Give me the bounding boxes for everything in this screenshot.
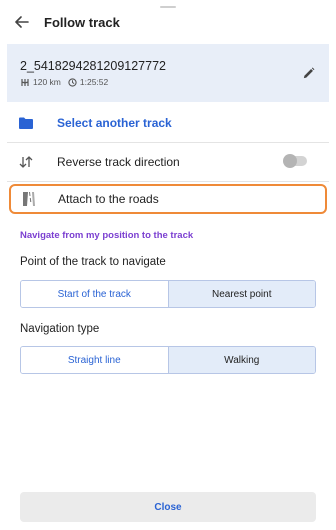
attach-to-roads-row[interactable]: Attach to the roads <box>9 184 327 214</box>
navigation-type-label: Navigation type <box>20 323 100 335</box>
edit-track-button[interactable] <box>298 63 318 83</box>
track-duration-value: 1:25:52 <box>79 77 109 87</box>
pencil-icon <box>303 67 314 78</box>
point-to-navigate-label: Point of the track to navigate <box>20 256 166 268</box>
header: Follow track <box>0 0 336 44</box>
close-button[interactable]: Close <box>20 492 316 522</box>
select-another-track-button[interactable]: Select another track <box>7 104 329 142</box>
select-another-track-label: Select another track <box>57 116 172 130</box>
track-distance: 120 km <box>20 77 61 87</box>
folder-icon <box>19 117 33 129</box>
track-distance-value: 120 km <box>33 77 61 87</box>
navigate-to-track-link[interactable]: Navigate from my position to the track <box>20 230 193 241</box>
road-icon <box>23 192 35 206</box>
attach-to-roads-label: Attach to the roads <box>58 192 159 206</box>
option-straight-line[interactable]: Straight line <box>21 347 168 373</box>
option-nearest-point[interactable]: Nearest point <box>167 281 315 307</box>
toggle-knob <box>283 154 297 168</box>
reverse-arrows-icon <box>19 156 33 168</box>
reverse-track-label: Reverse track direction <box>57 155 180 169</box>
track-card[interactable]: 2_5418294281209127772 120 km 1:25:52 <box>7 44 329 102</box>
page-title: Follow track <box>44 14 120 30</box>
back-button[interactable] <box>4 0 40 44</box>
option-start-of-track[interactable]: Start of the track <box>21 281 168 307</box>
track-duration: 1:25:52 <box>68 77 108 87</box>
clock-icon <box>68 77 77 87</box>
track-name: 2_5418294281209127772 <box>20 59 166 73</box>
arrow-left-icon <box>15 16 29 28</box>
point-to-navigate-selector: Start of the track Nearest point <box>20 280 316 308</box>
reverse-track-toggle[interactable] <box>283 154 307 168</box>
navigation-type-selector: Straight line Walking <box>20 346 316 374</box>
route-icon <box>21 78 29 86</box>
option-walking[interactable]: Walking <box>167 347 315 373</box>
track-meta: 120 km 1:25:52 <box>20 77 115 87</box>
divider <box>7 181 329 182</box>
reverse-track-row[interactable]: Reverse track direction <box>7 143 329 181</box>
